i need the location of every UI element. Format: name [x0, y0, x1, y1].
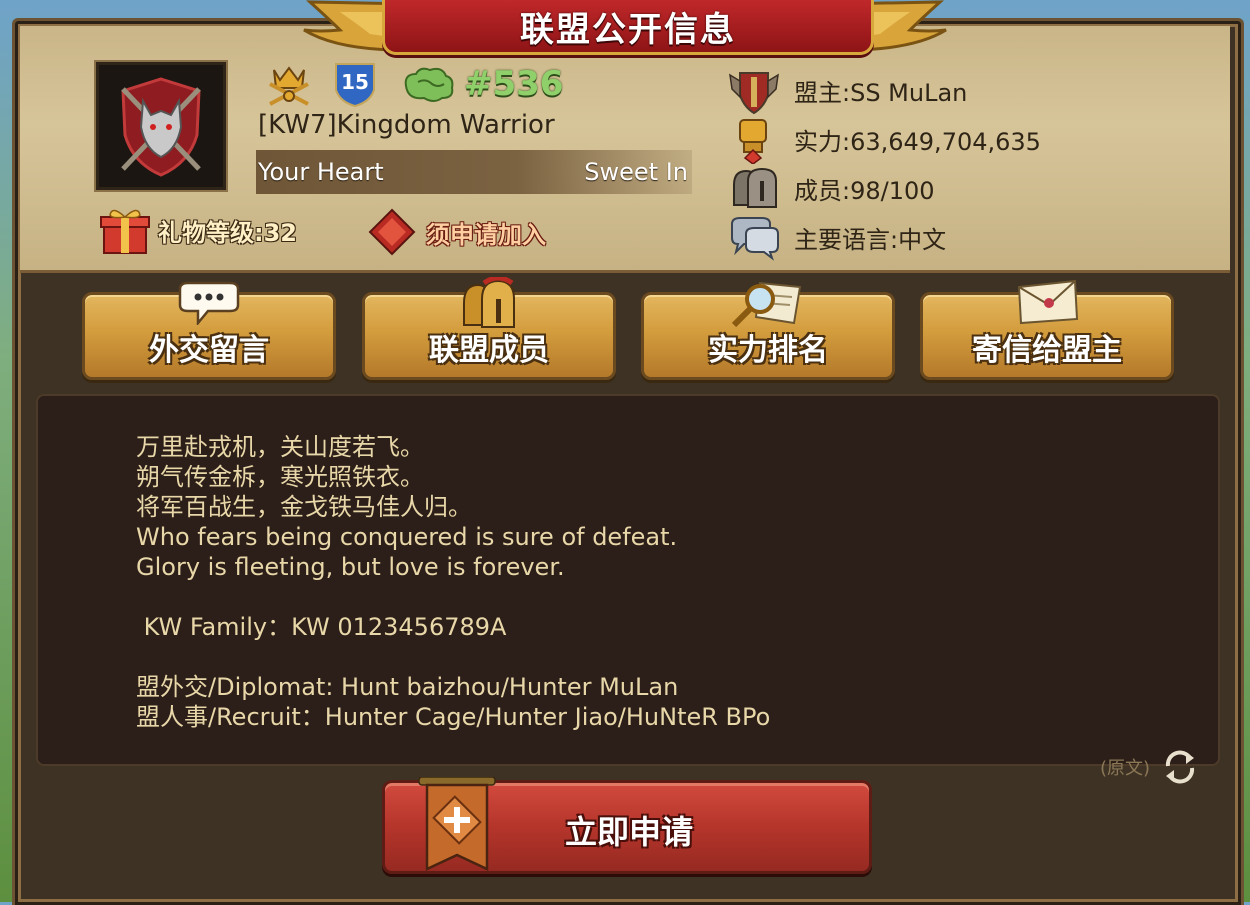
title-ribbon: 联盟公开信息 [382, 0, 874, 55]
join-requirement-text: 须申请加入 [426, 220, 546, 249]
magnifier-scroll-icon [731, 281, 802, 328]
ranking-button[interactable]: 实力排名 [641, 281, 895, 380]
alliance-emblem[interactable] [96, 62, 226, 190]
description-line [136, 582, 1218, 612]
description-line: 将军百战生，金戈铁马佳人归。 [136, 493, 472, 521]
envelope-icon [1017, 279, 1079, 325]
spartan-helmet-icon [463, 277, 515, 328]
members-text: 成员:98/100 [794, 177, 935, 205]
leader-text: 盟主:SS MuLan [794, 79, 968, 107]
apply-join-label: 立即申请 [565, 813, 694, 851]
speech-bubble-icon [178, 281, 240, 325]
kingdom-map-icon [404, 67, 454, 102]
red-gem-icon [368, 208, 416, 256]
alliance-badges: 15 #536 [262, 60, 563, 108]
alliance-motto: Your Heart Sweet In [256, 150, 692, 194]
apply-join-button[interactable]: 立即申请 [382, 777, 872, 874]
translate-toggle[interactable]: (原文) [1100, 748, 1200, 786]
motto-left: Your Heart [258, 158, 384, 186]
page-title: 联盟公开信息 [520, 9, 736, 50]
stat-language: 主要语言:中文 [726, 213, 1041, 262]
description-line: 朔气传金柝，寒光照铁衣。 [136, 463, 424, 491]
description-line: Who fears being conquered is sure of def… [136, 523, 678, 551]
crown-swords-icon [269, 66, 309, 106]
chat-bubbles-icon [731, 216, 779, 261]
leader-shield-icon [729, 71, 779, 114]
gift-level-text: 礼物等级:32 [158, 218, 297, 247]
join-requirement: 须申请加入 [368, 208, 546, 256]
alliance-name: [KW7]Kingdom Warrior [258, 110, 555, 140]
description-line: Glory is fleeting, but love is forever. [136, 553, 565, 581]
description-line: 万里赴戎机，关山度若飞。 [136, 433, 424, 461]
language-text: 主要语言:中文 [794, 226, 947, 254]
alliance-description: 万里赴戎机，关山度若飞。 朔气传金柝，寒光照铁衣。 将军百战生，金戈铁马佳人归。… [36, 394, 1220, 766]
kingdom-rank: #536 [464, 64, 564, 104]
description-line: 盟外交/Diplomat: Hunt baizhou/Hunter MuLan [136, 673, 679, 701]
alliance-stats: 盟主:SS MuLan 实力:63,649,704,635 成员:98/100 [726, 66, 1041, 262]
diplomacy-button[interactable]: 外交留言 [82, 281, 336, 380]
stat-power: 实力:63,649,704,635 [726, 115, 1041, 164]
power-text: 实力:63,649,704,635 [794, 128, 1041, 156]
stat-leader: 盟主:SS MuLan [726, 66, 1041, 115]
description-line: 盟人事/Recruit：Hunter Cage/Hunter Jiao/HuNt… [136, 703, 771, 731]
wolf-shield-icon [121, 77, 201, 177]
action-buttons: 外交留言 联盟成员 实力排名 寄信给盟主 [82, 277, 1176, 386]
refresh-icon[interactable] [1160, 748, 1200, 786]
ranking-label: 实力排名 [708, 333, 828, 368]
title-banner: 联盟公开信息 [300, 0, 950, 60]
stat-members: 成员:98/100 [726, 164, 1041, 213]
gift-level: 礼物等级:32 [98, 203, 297, 257]
motto-right: Sweet In [584, 158, 688, 186]
mail-leader-button[interactable]: 寄信给盟主 [920, 279, 1174, 380]
gift-box-icon [100, 209, 150, 254]
members-button[interactable]: 联盟成员 [362, 277, 616, 380]
translate-label: (原文) [1100, 758, 1151, 779]
mail-leader-label: 寄信给盟主 [972, 333, 1122, 368]
description-line: KW Family：KW 0123456789A [136, 613, 507, 641]
diplomacy-label: 外交留言 [149, 333, 269, 368]
plus-banner-icon [418, 777, 496, 871]
members-label: 联盟成员 [429, 333, 549, 368]
description-line [136, 642, 1218, 672]
members-helmet-icon [733, 167, 777, 208]
level-badge: 15 [330, 60, 380, 108]
power-fist-icon [739, 118, 767, 164]
level-number: 15 [341, 70, 369, 94]
